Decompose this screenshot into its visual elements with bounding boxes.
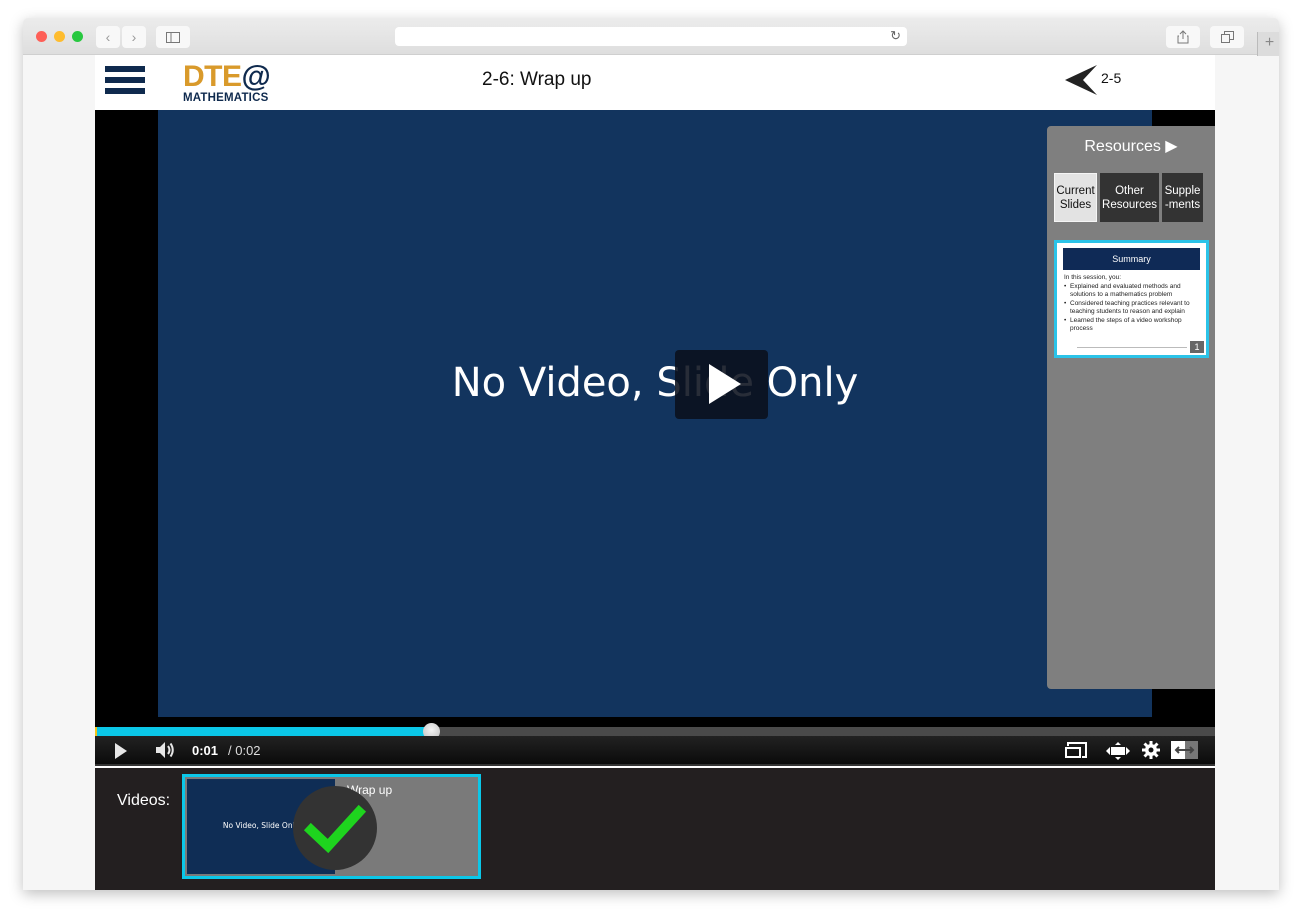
logo-text: DTE [183,60,242,93]
slide-bullets: Explained and evaluated methods and solu… [1064,283,1202,334]
slide-bullet: Explained and evaluated methods and solu… [1064,283,1202,299]
expand-icon [1106,742,1130,760]
slide-intro: In this session, you: [1064,274,1122,281]
forward-button[interactable]: › [122,26,146,48]
resources-tabs: Current Slides Other Resources Supple -ment… [1054,173,1203,222]
page-title: 2-6: Wrap up [482,69,592,90]
settings-button[interactable] [1142,741,1160,764]
videos-label: Videos: [117,792,171,809]
site-header: DTE@ MATHEMATICS 2-6: Wrap up 2-5 [95,55,1215,110]
total-time: / 0:02 [228,743,261,758]
address-bar[interactable]: ↻ [395,27,907,46]
tab-label: Slides [1059,198,1092,211]
chevron-right-icon: › [131,29,137,45]
seek-bar-played [95,727,431,736]
slide-thumbnail[interactable]: Summary In this session, you: Explained … [1054,240,1209,358]
slide-bullet: Considered teaching practices relevant t… [1064,300,1202,316]
volume-icon [156,742,174,758]
hamburger-icon[interactable] [105,66,145,96]
tabs-overview-button[interactable] [1210,26,1244,48]
logo[interactable]: DTE@ MATHEMATICS [183,60,271,105]
picture-in-picture-button[interactable] [1065,742,1087,763]
seek-bar[interactable] [95,723,1215,740]
big-play-button[interactable] [675,350,768,419]
previous-lesson-link[interactable]: 2-5 [1065,65,1121,95]
tab-supplements[interactable]: Supple -ments [1162,173,1203,222]
checkmark-icon [303,804,367,854]
browser-toolbar: ‹ › ↻ + [23,18,1279,56]
slide-heading: Summary [1063,248,1200,270]
new-tab-button[interactable]: + [1257,32,1279,56]
zoom-window-button[interactable] [72,31,83,42]
logo-at: @ [241,60,271,93]
tabs-icon [1220,31,1234,43]
back-button[interactable]: ‹ [96,26,120,48]
previous-lesson-label: 2-5 [1101,70,1122,86]
logo-subtitle: MATHEMATICS [183,92,269,104]
slide-footer-line [1077,347,1187,348]
share-icon [1177,30,1189,44]
tab-label: Other [1115,184,1144,197]
tab-other-resources[interactable]: Other Resources [1100,173,1159,222]
play-icon[interactable] [115,743,127,759]
slide-number: 1 [1190,341,1204,353]
tab-current-slides[interactable]: Current Slides [1054,173,1097,222]
reload-icon[interactable]: ↻ [890,28,901,44]
back-arrow-icon [1065,65,1097,95]
theater-mode-button[interactable] [1106,742,1130,765]
page: DTE@ MATHEMATICS 2-6: Wrap up 2-5 No Vid… [95,55,1215,890]
tab-label: -ments [1164,198,1201,211]
current-time: 0:01 [192,743,219,758]
resources-toggle[interactable]: Resources ▶ [1047,136,1215,156]
volume-button[interactable] [155,741,175,764]
browser-window: ‹ › ↻ + DTE@ MATHEMATICS 2-6: Wrap up 2-… [23,18,1279,890]
tab-label: Supple [1164,184,1201,197]
slide-display: No Video, Slide Only [158,110,1152,717]
chevron-left-icon: ‹ [105,29,111,45]
toggle-resources-button[interactable] [1171,741,1198,764]
slide-text: No Video, Slide Only [451,360,859,406]
minimize-window-button[interactable] [54,31,65,42]
close-window-button[interactable] [36,31,47,42]
sidebar-icon [166,31,180,43]
gear-icon [1142,741,1160,759]
resources-panel: Resources ▶ Current Slides Other Resources… [1047,126,1215,689]
pip-icon [1065,742,1087,758]
swap-arrows-icon [1171,741,1198,759]
completed-badge [293,786,377,870]
videos-bar: Videos: No Video, Slide Only Wrap up [95,768,1215,890]
tab-label: Current [1056,184,1095,197]
sidebar-toggle-button[interactable] [156,26,190,48]
video-player[interactable]: No Video, Slide Only Resources ▶ Current… [95,110,1215,740]
share-button[interactable] [1166,26,1200,48]
player-controls: 0:01 / 0:02 [95,736,1215,766]
video-item[interactable]: No Video, Slide Only Wrap up [182,774,481,879]
tab-label: Resources [1102,198,1157,211]
slide-bullet: Learned the steps of a video workshop pr… [1064,317,1202,333]
